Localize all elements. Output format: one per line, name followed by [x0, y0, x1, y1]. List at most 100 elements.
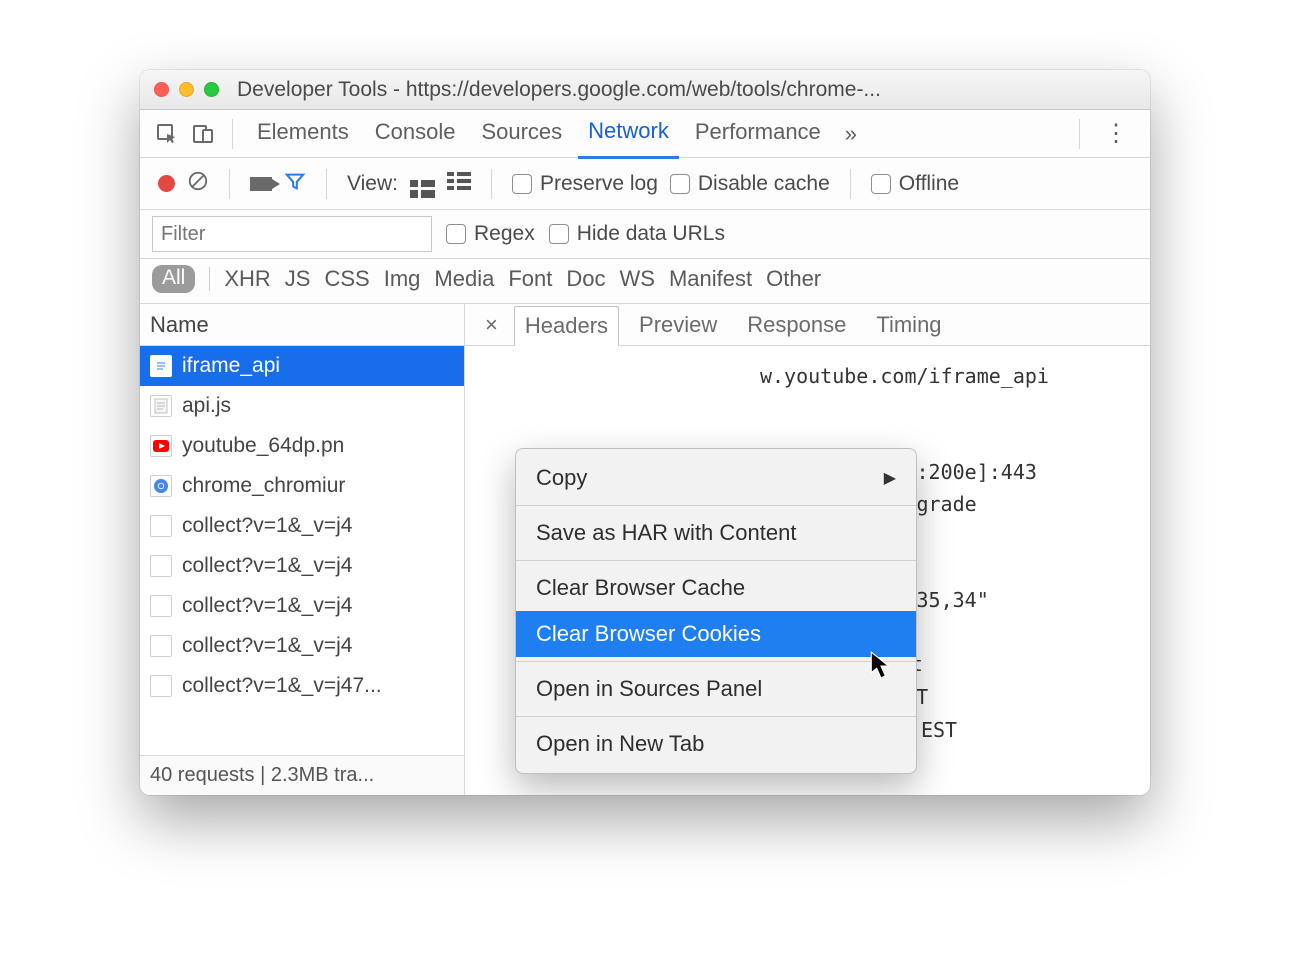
separator: [850, 169, 851, 199]
separator: [491, 169, 492, 199]
type-css[interactable]: CSS: [324, 266, 369, 292]
name-column-header[interactable]: Name: [140, 304, 464, 346]
type-manifest[interactable]: Manifest: [669, 266, 752, 292]
devtools-window: Developer Tools - https://developers.goo…: [140, 70, 1150, 795]
screenshots-icon[interactable]: [250, 177, 272, 191]
menu-item-label: Open in New Tab: [536, 731, 704, 757]
menu-item[interactable]: Save as HAR with Content: [516, 510, 916, 556]
tab-console[interactable]: Console: [365, 110, 466, 157]
request-name: iframe_api: [182, 354, 280, 378]
traffic-lights: [154, 82, 219, 97]
separator: [326, 169, 327, 199]
type-img[interactable]: Img: [384, 266, 421, 292]
request-name: youtube_64dp.pn: [182, 434, 344, 458]
request-name: chrome_chromiur: [182, 474, 345, 498]
window-title: Developer Tools - https://developers.goo…: [237, 78, 881, 102]
separator: [229, 169, 230, 199]
menu-item-label: Open in Sources Panel: [536, 676, 762, 702]
settings-kebab-button[interactable]: ⋮: [1094, 119, 1138, 148]
request-row[interactable]: collect?v=1&_v=j4: [140, 586, 464, 626]
offline-checkbox[interactable]: Offline: [871, 172, 959, 196]
type-font[interactable]: Font: [508, 266, 552, 292]
request-name: collect?v=1&_v=j4: [182, 514, 352, 538]
request-name: collect?v=1&_v=j4: [182, 554, 352, 578]
clear-button[interactable]: [187, 170, 209, 198]
filter-toggle-icon[interactable]: [284, 170, 306, 198]
menu-item[interactable]: Open in New Tab: [516, 721, 916, 767]
menu-item-label: Copy: [536, 465, 587, 491]
close-detail-button[interactable]: ×: [479, 312, 504, 338]
file-icon: [150, 355, 172, 377]
menu-divider: [516, 505, 916, 506]
detail-tab-preview[interactable]: Preview: [629, 306, 727, 344]
request-row[interactable]: collect?v=1&_v=j4: [140, 626, 464, 666]
filter-row: Regex Hide data URLs: [140, 210, 1150, 259]
detail-tab-timing[interactable]: Timing: [866, 306, 951, 344]
preserve-log-checkbox[interactable]: Preserve log: [512, 172, 658, 196]
disable-cache-checkbox[interactable]: Disable cache: [670, 172, 830, 196]
view-small-icon[interactable]: [447, 172, 471, 196]
request-name: collect?v=1&_v=j47...: [182, 674, 382, 698]
detail-tab-response[interactable]: Response: [737, 306, 856, 344]
panel-tabs: Elements Console Sources Network Perform…: [140, 110, 1150, 158]
file-icon: [150, 675, 172, 697]
view-large-icon[interactable]: [410, 169, 435, 198]
menu-divider: [516, 560, 916, 561]
tab-sources[interactable]: Sources: [471, 110, 572, 157]
request-row[interactable]: collect?v=1&_v=j4: [140, 546, 464, 586]
type-js[interactable]: JS: [285, 266, 311, 292]
request-row[interactable]: collect?v=1&_v=j4: [140, 506, 464, 546]
menu-item[interactable]: Open in Sources Panel: [516, 666, 916, 712]
request-row[interactable]: youtube_64dp.pn: [140, 426, 464, 466]
file-icon: [150, 515, 172, 537]
menu-item-label: Save as HAR with Content: [536, 520, 796, 546]
type-xhr[interactable]: XHR: [224, 266, 270, 292]
file-icon: [150, 475, 172, 497]
network-toolbar: View: Preserve log Disable cache Offline: [140, 158, 1150, 210]
tab-performance[interactable]: Performance: [685, 110, 831, 157]
menu-item[interactable]: Copy ▶: [516, 455, 916, 501]
inspect-icon[interactable]: [152, 119, 182, 149]
file-icon: [150, 635, 172, 657]
menu-divider: [516, 716, 916, 717]
type-media[interactable]: Media: [434, 266, 494, 292]
tabs-overflow-button[interactable]: »: [837, 121, 865, 147]
menu-divider: [516, 661, 916, 662]
type-ws[interactable]: WS: [620, 266, 655, 292]
zoom-window-button[interactable]: [204, 82, 219, 97]
request-name: collect?v=1&_v=j4: [182, 634, 352, 658]
requests-column: Name iframe_api api.js youtube_64dp.pnchro…: [140, 304, 465, 795]
file-icon: [150, 395, 172, 417]
request-list: iframe_api api.js youtube_64dp.pn chrome_ch…: [140, 346, 464, 755]
tab-elements[interactable]: Elements: [247, 110, 359, 157]
detail-tabs: × Headers Preview Response Timing: [465, 304, 1150, 346]
detail-tab-headers[interactable]: Headers: [514, 306, 619, 346]
hide-data-urls-checkbox[interactable]: Hide data URLs: [549, 222, 725, 246]
request-row[interactable]: api.js: [140, 386, 464, 426]
request-row[interactable]: iframe_api: [140, 346, 464, 386]
status-bar: 40 requests | 2.3MB tra...: [140, 755, 464, 795]
regex-checkbox[interactable]: Regex: [446, 222, 535, 246]
request-row[interactable]: collect?v=1&_v=j47...: [140, 666, 464, 706]
filter-input[interactable]: [152, 216, 432, 252]
menu-item[interactable]: Clear Browser Cookies: [516, 611, 916, 657]
cursor-icon: [870, 651, 892, 684]
separator: [232, 119, 233, 149]
type-other[interactable]: Other: [766, 266, 821, 292]
request-name: collect?v=1&_v=j4: [182, 594, 352, 618]
close-window-button[interactable]: [154, 82, 169, 97]
menu-item[interactable]: Clear Browser Cache: [516, 565, 916, 611]
record-button[interactable]: [158, 175, 175, 192]
file-icon: [150, 435, 172, 457]
device-toggle-icon[interactable]: [188, 119, 218, 149]
menu-item-label: Clear Browser Cookies: [536, 621, 761, 647]
view-label: View:: [347, 172, 398, 196]
type-all[interactable]: All: [152, 265, 195, 293]
minimize-window-button[interactable]: [179, 82, 194, 97]
submenu-arrow-icon: ▶: [884, 468, 896, 488]
request-row[interactable]: chrome_chromiur: [140, 466, 464, 506]
separator: [1079, 119, 1080, 149]
tab-network[interactable]: Network: [578, 109, 679, 159]
file-icon: [150, 555, 172, 577]
type-doc[interactable]: Doc: [566, 266, 605, 292]
